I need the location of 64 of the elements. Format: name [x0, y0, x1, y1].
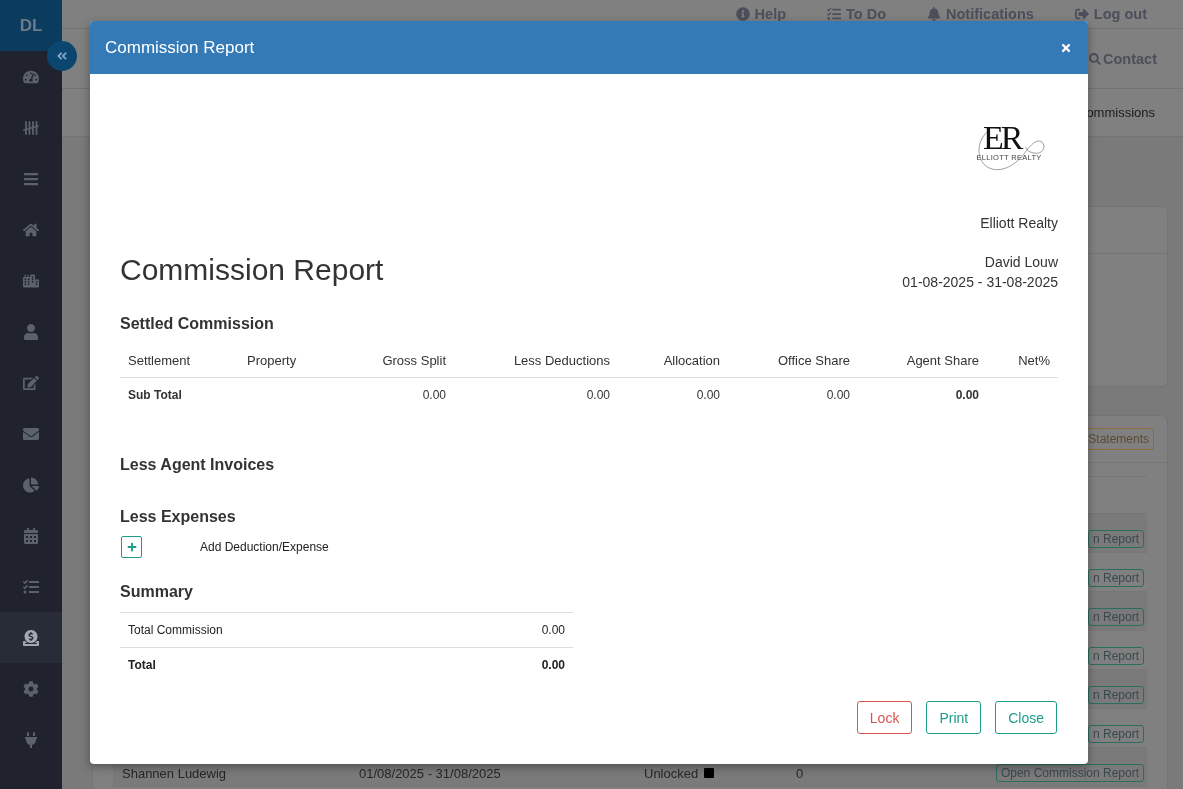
- agent-name: David Louw: [984, 253, 1058, 272]
- home-icon: [23, 221, 39, 238]
- table-cell-text: 0.00: [954, 388, 980, 402]
- bell-icon: [927, 7, 942, 21]
- column-header: Net%: [1017, 352, 1051, 368]
- table-cell: Shannen Ludewig: [122, 765, 227, 781]
- column-header: Gross Split: [381, 352, 447, 368]
- table-cell-text: 0.00: [825, 388, 851, 402]
- company-name: Elliott Realty: [980, 214, 1058, 233]
- envelope-icon: [23, 425, 39, 442]
- table-cell: 0.00: [541, 657, 565, 672]
- plug-icon: [23, 731, 39, 748]
- status-text: Unlocked: [644, 765, 699, 781]
- coin-tray-icon: [23, 629, 39, 646]
- table-cell-text: 0.00: [695, 388, 721, 402]
- column-header: Agent Share: [905, 352, 980, 368]
- open-report-button[interactable]: Open Commission Report: [995, 764, 1144, 782]
- section-title: Less Expenses: [120, 507, 236, 527]
- report-heading: Commission Report: [120, 252, 384, 288]
- dialog-title: Commission Report: [105, 37, 255, 58]
- settings-icon: [23, 680, 39, 697]
- user-avatar[interactable]: DL: [0, 0, 62, 51]
- buildings-icon: [23, 272, 39, 289]
- add-expense-button[interactable]: [121, 536, 142, 558]
- add-expense-label: Add Deduction/Expense: [200, 540, 329, 554]
- menu-icon: [23, 170, 39, 187]
- close-button[interactable]: Close: [995, 701, 1057, 734]
- table-cell: 0.00: [541, 623, 565, 637]
- gauge-icon: [23, 68, 39, 85]
- plus-icon: [126, 542, 137, 552]
- close-icon: [1060, 41, 1072, 54]
- info-icon: [735, 7, 750, 21]
- tally-icon: [23, 119, 39, 136]
- lock-button[interactable]: Lock: [856, 701, 913, 734]
- table-cell-text: 0.00: [585, 388, 611, 402]
- column-header: Less Deductions: [512, 352, 611, 368]
- pie-chart-icon: [23, 476, 39, 493]
- section-title: Less Agent Invoices: [120, 455, 275, 475]
- column-header: Settlement: [127, 352, 192, 368]
- edit-icon: [23, 374, 39, 391]
- section-title: Settled Commission: [120, 314, 274, 334]
- column-header: Property: [246, 352, 298, 368]
- search-icon: [1089, 52, 1101, 65]
- date-range: 01-08-2025 - 31-08-2025: [902, 273, 1058, 292]
- logout-icon: [1074, 7, 1089, 21]
- double-chevron-left-icon: [56, 50, 68, 62]
- checklist-icon: [23, 578, 39, 595]
- user-icon: [23, 323, 39, 340]
- calendar-icon: [23, 527, 39, 544]
- table-cell: 0: [796, 765, 804, 781]
- table-cell-text: 0.00: [421, 388, 447, 402]
- square-icon: [704, 768, 715, 778]
- column-header: Allocation: [662, 352, 721, 368]
- section-title: Summary: [120, 582, 193, 602]
- sidebar-item[interactable]: [0, 612, 62, 663]
- close-icon-button[interactable]: [1060, 41, 1072, 54]
- table-cell: 01/08/2025 - 31/08/2025: [359, 765, 501, 781]
- table-cell: Total: [128, 657, 156, 672]
- print-button[interactable]: Print: [926, 701, 982, 734]
- table-cell: Total Commission: [128, 623, 223, 637]
- column-header: Office Share: [776, 352, 851, 368]
- checklist-icon: [827, 7, 842, 21]
- breadcrumb-text: ommissions: [1086, 105, 1155, 120]
- table-cell-text: Sub Total: [127, 388, 183, 402]
